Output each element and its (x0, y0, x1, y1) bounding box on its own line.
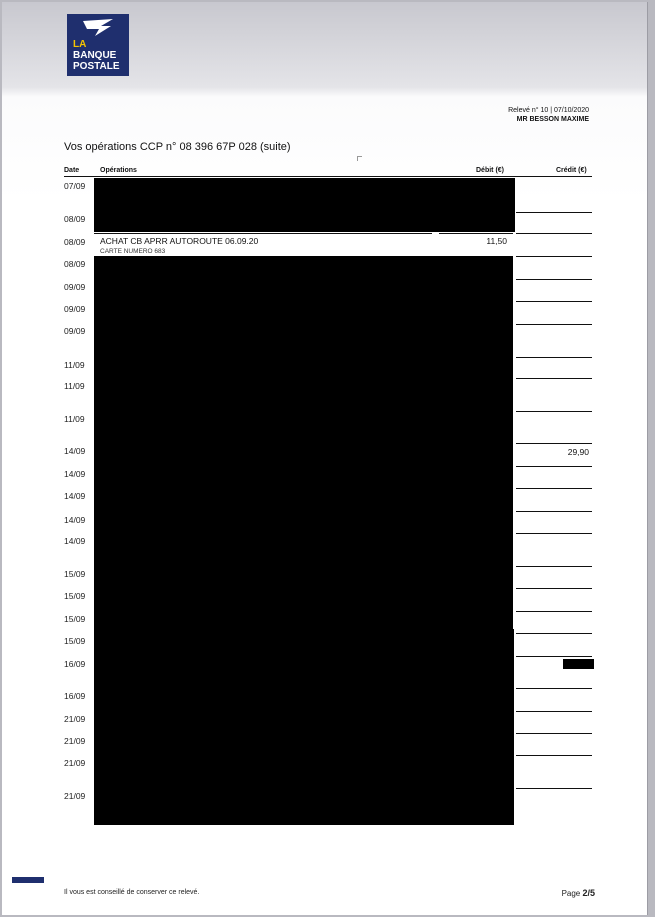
credit-rule (516, 443, 592, 444)
credit-rule (516, 511, 592, 512)
footer-note: Il vous est conseillé de conserver ce re… (64, 889, 200, 896)
row-date: 14/09 (64, 536, 86, 546)
row-date: 21/09 (64, 791, 86, 801)
logo-line-3: POSTALE (73, 61, 120, 72)
row-date: 16/09 (64, 691, 86, 701)
credit-rule (516, 566, 592, 567)
col-header-operations: Opérations (100, 167, 137, 174)
credit-amount: 29,90 (567, 447, 589, 457)
credit-rule (516, 588, 592, 589)
row-date: 09/09 (64, 326, 86, 336)
scan-mark (357, 156, 362, 161)
row-date: 09/09 (64, 304, 86, 314)
credit-rule (516, 788, 592, 789)
redaction-block (94, 629, 514, 825)
credit-rule (516, 633, 592, 634)
row-date: 11/09 (64, 414, 85, 424)
row-date: 14/09 (64, 515, 86, 525)
logo-line-1: LA (73, 39, 87, 50)
bird-icon (83, 19, 113, 36)
row-date: 16/09 (64, 659, 86, 669)
row-date: 21/09 (64, 758, 86, 768)
row-date: 08/09 (64, 214, 86, 224)
credit-rule (516, 233, 592, 234)
row-date: 14/09 (64, 446, 86, 456)
row-rule (94, 233, 432, 234)
credit-rule (516, 466, 592, 467)
operation-label: ACHAT CB APRR AUTOROUTE 06.09.20 (100, 236, 259, 246)
statement-number: Relevé n° 10 | 07/10/2020 (508, 107, 589, 114)
page-title: Vos opérations CCP n° 08 396 67P 028 (su… (64, 141, 291, 153)
row-date: 15/09 (64, 569, 86, 579)
credit-rule (516, 324, 592, 325)
row-date: 15/09 (64, 591, 86, 601)
credit-rule (516, 688, 592, 689)
row-date: 14/09 (64, 491, 86, 501)
credit-rule (516, 711, 592, 712)
redaction-block (563, 659, 594, 669)
row-date: 21/09 (64, 736, 86, 746)
footer-accent-bar (12, 877, 44, 883)
credit-rule (516, 488, 592, 489)
account-holder: MR BESSON MAXIME (516, 116, 589, 123)
row-date: 08/09 (64, 259, 86, 269)
row-rule (439, 233, 513, 234)
row-date: 15/09 (64, 636, 86, 646)
debit-amount: 11,50 (486, 236, 507, 246)
row-date: 08/09 (64, 237, 86, 247)
page-indicator: Page 2/5 (562, 888, 595, 898)
row-date: 21/09 (64, 714, 86, 724)
page-label: Page (561, 889, 581, 898)
credit-rule (516, 301, 592, 302)
operation-detail: CARTE NUMERO 683 (100, 248, 166, 255)
row-date: 07/09 (64, 181, 86, 191)
row-date: 14/09 (64, 469, 86, 479)
col-header-debit: Débit (€) (476, 167, 504, 174)
row-date: 11/09 (64, 381, 85, 391)
credit-rule (516, 533, 592, 534)
redaction-block (94, 178, 515, 232)
statement-header: Relevé n° 10 | 07/10/2020 MR BESSON MAXI… (508, 106, 589, 124)
row-date: 11/09 (64, 360, 85, 370)
redaction-block (94, 256, 513, 630)
credit-rule (516, 279, 592, 280)
credit-rule (516, 212, 592, 213)
credit-rule (516, 256, 592, 257)
credit-rule (516, 378, 592, 379)
credit-rule (516, 733, 592, 734)
logo-line-2: BANQUE (73, 50, 117, 61)
col-header-credit: Crédit (€) (556, 167, 587, 174)
row-date: 15/09 (64, 614, 86, 624)
page-number: 2/5 (582, 888, 595, 898)
credit-rule (516, 611, 592, 612)
credit-rule (516, 357, 592, 358)
bank-logo: LA BANQUE POSTALE (67, 14, 129, 76)
row-date: 09/09 (64, 282, 86, 292)
credit-rule (516, 755, 592, 756)
col-header-date: Date (64, 167, 80, 174)
statement-page: LA BANQUE POSTALE Relevé n° 10 | 07/10/2… (2, 2, 648, 915)
credit-rule (516, 656, 592, 657)
credit-rule (516, 411, 592, 412)
table-header-rule (64, 176, 592, 177)
